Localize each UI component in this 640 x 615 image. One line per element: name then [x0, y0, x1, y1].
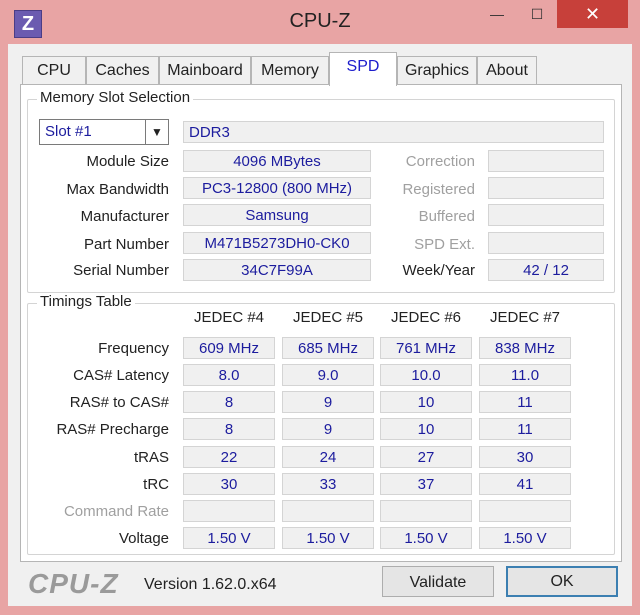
timing-cell: 30	[479, 446, 571, 468]
memory-type-value: DDR3	[183, 121, 604, 143]
timing-row-label: tRAS	[133, 449, 169, 466]
timing-cell: 9.0	[282, 364, 374, 386]
timing-row-label: Command Rate	[63, 503, 169, 520]
timing-cell: 11	[479, 418, 571, 440]
memory-slot-group-title: Memory Slot Selection	[37, 89, 194, 106]
registered-label: Registered	[402, 181, 475, 198]
timing-cell: 8	[183, 418, 275, 440]
serial-number-value: 34C7F99A	[183, 259, 371, 281]
timing-cell: 22	[183, 446, 275, 468]
timing-cell: 11.0	[479, 364, 571, 386]
timing-cell: 41	[479, 473, 571, 495]
buffered-value	[488, 204, 604, 226]
timings-column-header: JEDEC #7	[489, 309, 561, 326]
max-bandwidth-label: Max Bandwidth	[66, 181, 169, 198]
timing-cell: 33	[282, 473, 374, 495]
tab-graphics[interactable]: Graphics	[397, 56, 477, 85]
timing-cell: 10	[380, 391, 472, 413]
timing-row-label: Voltage	[118, 530, 169, 547]
tab-caches[interactable]: Caches	[86, 56, 159, 85]
validate-button[interactable]: Validate	[382, 566, 494, 597]
serial-number-label: Serial Number	[73, 262, 169, 279]
timing-cell: 1.50 V	[380, 527, 472, 549]
timing-cell	[380, 500, 472, 522]
timing-cell: 24	[282, 446, 374, 468]
timing-row-label: Frequency	[98, 340, 169, 357]
cpuz-window: Z CPU-Z — ☐ ✕ CPU Caches Mainboard Memor…	[0, 0, 640, 615]
timing-cell: 27	[380, 446, 472, 468]
cpuz-logo: CPU-Z	[28, 568, 119, 599]
timing-cell: 609 MHz	[183, 337, 275, 359]
correction-label: Correction	[405, 153, 475, 170]
timing-row-label: RAS# to CAS#	[69, 394, 169, 411]
correction-value	[488, 150, 604, 172]
tab-spd[interactable]: SPD	[329, 52, 397, 86]
timing-cell	[183, 500, 275, 522]
timing-row-label: CAS# Latency	[73, 367, 169, 384]
week-year-label: Week/Year	[402, 262, 475, 279]
slot-dropdown-value: Slot #1	[45, 123, 92, 140]
timing-cell: 37	[380, 473, 472, 495]
tab-mainboard[interactable]: Mainboard	[159, 56, 251, 85]
part-number-label: Part Number	[83, 236, 169, 253]
registered-value	[488, 177, 604, 199]
timing-cell: 9	[282, 418, 374, 440]
tab-memory[interactable]: Memory	[251, 56, 329, 85]
spd-ext-label: SPD Ext.	[414, 236, 475, 253]
manufacturer-value: Samsung	[183, 204, 371, 226]
timing-cell: 8	[183, 391, 275, 413]
buffered-label: Buffered	[418, 208, 475, 225]
spd-panel: Memory Slot Selection Slot #1 ▼ DDR3 Mod…	[20, 84, 622, 562]
timing-cell: 10.0	[380, 364, 472, 386]
timing-cell	[479, 500, 571, 522]
timing-cell: 838 MHz	[479, 337, 571, 359]
version-text: Version 1.62.0.x64	[144, 576, 277, 593]
timings-column-header: JEDEC #5	[292, 309, 364, 326]
title-bar: Z CPU-Z — ☐ ✕	[0, 0, 640, 44]
timing-cell: 1.50 V	[183, 527, 275, 549]
timings-table-title: Timings Table	[37, 293, 135, 310]
timing-cell: 11	[479, 391, 571, 413]
timing-row-label: RAS# Precharge	[56, 421, 169, 438]
chevron-down-icon[interactable]: ▼	[145, 120, 168, 144]
timing-row-label: tRC	[143, 476, 169, 493]
timing-cell: 30	[183, 473, 275, 495]
week-year-value: 42 / 12	[488, 259, 604, 281]
slot-dropdown[interactable]: Slot #1 ▼	[39, 119, 169, 145]
tab-cpu[interactable]: CPU	[22, 56, 86, 85]
timings-column-header: JEDEC #6	[390, 309, 462, 326]
timing-cell	[282, 500, 374, 522]
timing-cell: 761 MHz	[380, 337, 472, 359]
maximize-button[interactable]: ☐	[522, 0, 552, 28]
timings-column-header: JEDEC #4	[193, 309, 265, 326]
manufacturer-label: Manufacturer	[80, 208, 169, 225]
tab-about[interactable]: About	[477, 56, 537, 85]
timing-cell: 8.0	[183, 364, 275, 386]
timing-cell: 685 MHz	[282, 337, 374, 359]
ok-button[interactable]: OK	[506, 566, 618, 597]
module-size-value: 4096 MBytes	[183, 150, 371, 172]
timing-cell: 1.50 V	[479, 527, 571, 549]
timing-cell: 1.50 V	[282, 527, 374, 549]
module-size-label: Module Size	[86, 153, 169, 170]
minimize-button[interactable]: —	[482, 0, 512, 28]
timing-cell: 10	[380, 418, 472, 440]
close-button[interactable]: ✕	[557, 0, 628, 28]
part-number-value: M471B5273DH0-CK0	[183, 232, 371, 254]
spd-ext-value	[488, 232, 604, 254]
max-bandwidth-value: PC3-12800 (800 MHz)	[183, 177, 371, 199]
client-area: CPU Caches Mainboard Memory SPD Graphics…	[8, 44, 632, 606]
timing-cell: 9	[282, 391, 374, 413]
